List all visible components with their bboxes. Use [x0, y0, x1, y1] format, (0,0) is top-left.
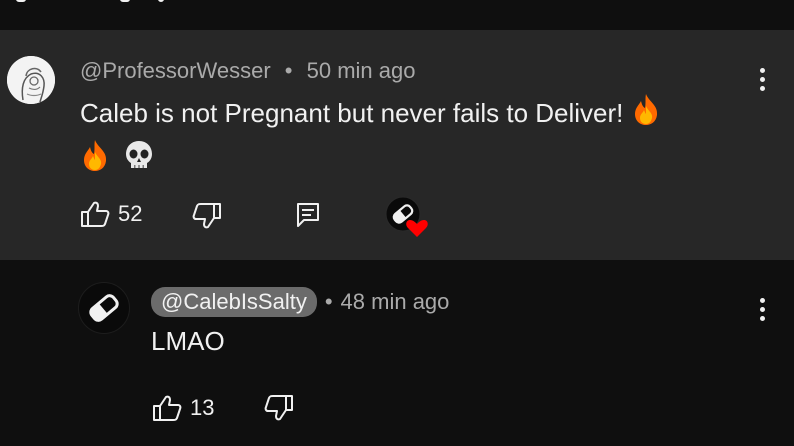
avatar[interactable]	[7, 56, 55, 104]
more-vertical-icon[interactable]	[760, 298, 766, 321]
like-button[interactable]: 13	[152, 394, 214, 422]
comment-text: LMAO	[151, 326, 225, 356]
reply-icon	[297, 203, 319, 227]
meta-separator: •	[324, 289, 333, 314]
author-handle-chip[interactable]: @CalebIsSalty	[151, 287, 317, 317]
cropped-glyph	[120, 0, 130, 2]
creator-heart-icon	[385, 196, 428, 237]
fire-emoji-icon	[80, 138, 110, 184]
timestamp[interactable]: 48 min ago	[341, 289, 450, 315]
comment-reply: @CalebIsSalty • 48 min ago LMAO 13	[0, 260, 794, 446]
dislike-button[interactable]	[264, 394, 294, 422]
comment-text: Caleb is not Pregnant but never fails to…	[80, 92, 740, 184]
avatar[interactable]	[78, 282, 130, 334]
meta-separator: •	[284, 58, 293, 83]
thumbs-down-icon	[264, 395, 293, 421]
cropped-glyph	[158, 0, 164, 2]
dislike-button[interactable]	[192, 202, 222, 230]
comment-meta: @CalebIsSalty • 48 min ago	[151, 287, 449, 317]
like-count: 52	[118, 201, 143, 226]
eraser-logo-icon	[89, 294, 119, 322]
like-button[interactable]: 52	[80, 200, 142, 228]
comment-meta: @ProfessorWesser • 50 min ago	[80, 58, 415, 84]
timestamp[interactable]: 50 min ago	[307, 58, 416, 83]
like-count: 13	[190, 395, 215, 420]
comment-highlighted: @ProfessorWesser • 50 min ago Caleb is n…	[0, 30, 794, 260]
more-vertical-icon[interactable]	[760, 68, 766, 91]
thumbs-down-icon	[192, 203, 221, 229]
reply-button[interactable]	[296, 202, 320, 228]
creator-heart-badge[interactable]	[384, 195, 428, 239]
cropped-glyph	[16, 0, 26, 2]
thumbs-up-icon	[153, 395, 182, 421]
thumbs-up-icon	[81, 201, 110, 227]
avatar-drawing-icon	[7, 56, 55, 104]
fire-emoji-icon	[631, 92, 661, 138]
comment-text-line: Caleb is not Pregnant but never fails to…	[80, 98, 624, 128]
top-strip	[0, 0, 794, 30]
author-handle[interactable]: @ProfessorWesser	[80, 58, 271, 83]
skull-emoji-icon	[123, 139, 155, 183]
